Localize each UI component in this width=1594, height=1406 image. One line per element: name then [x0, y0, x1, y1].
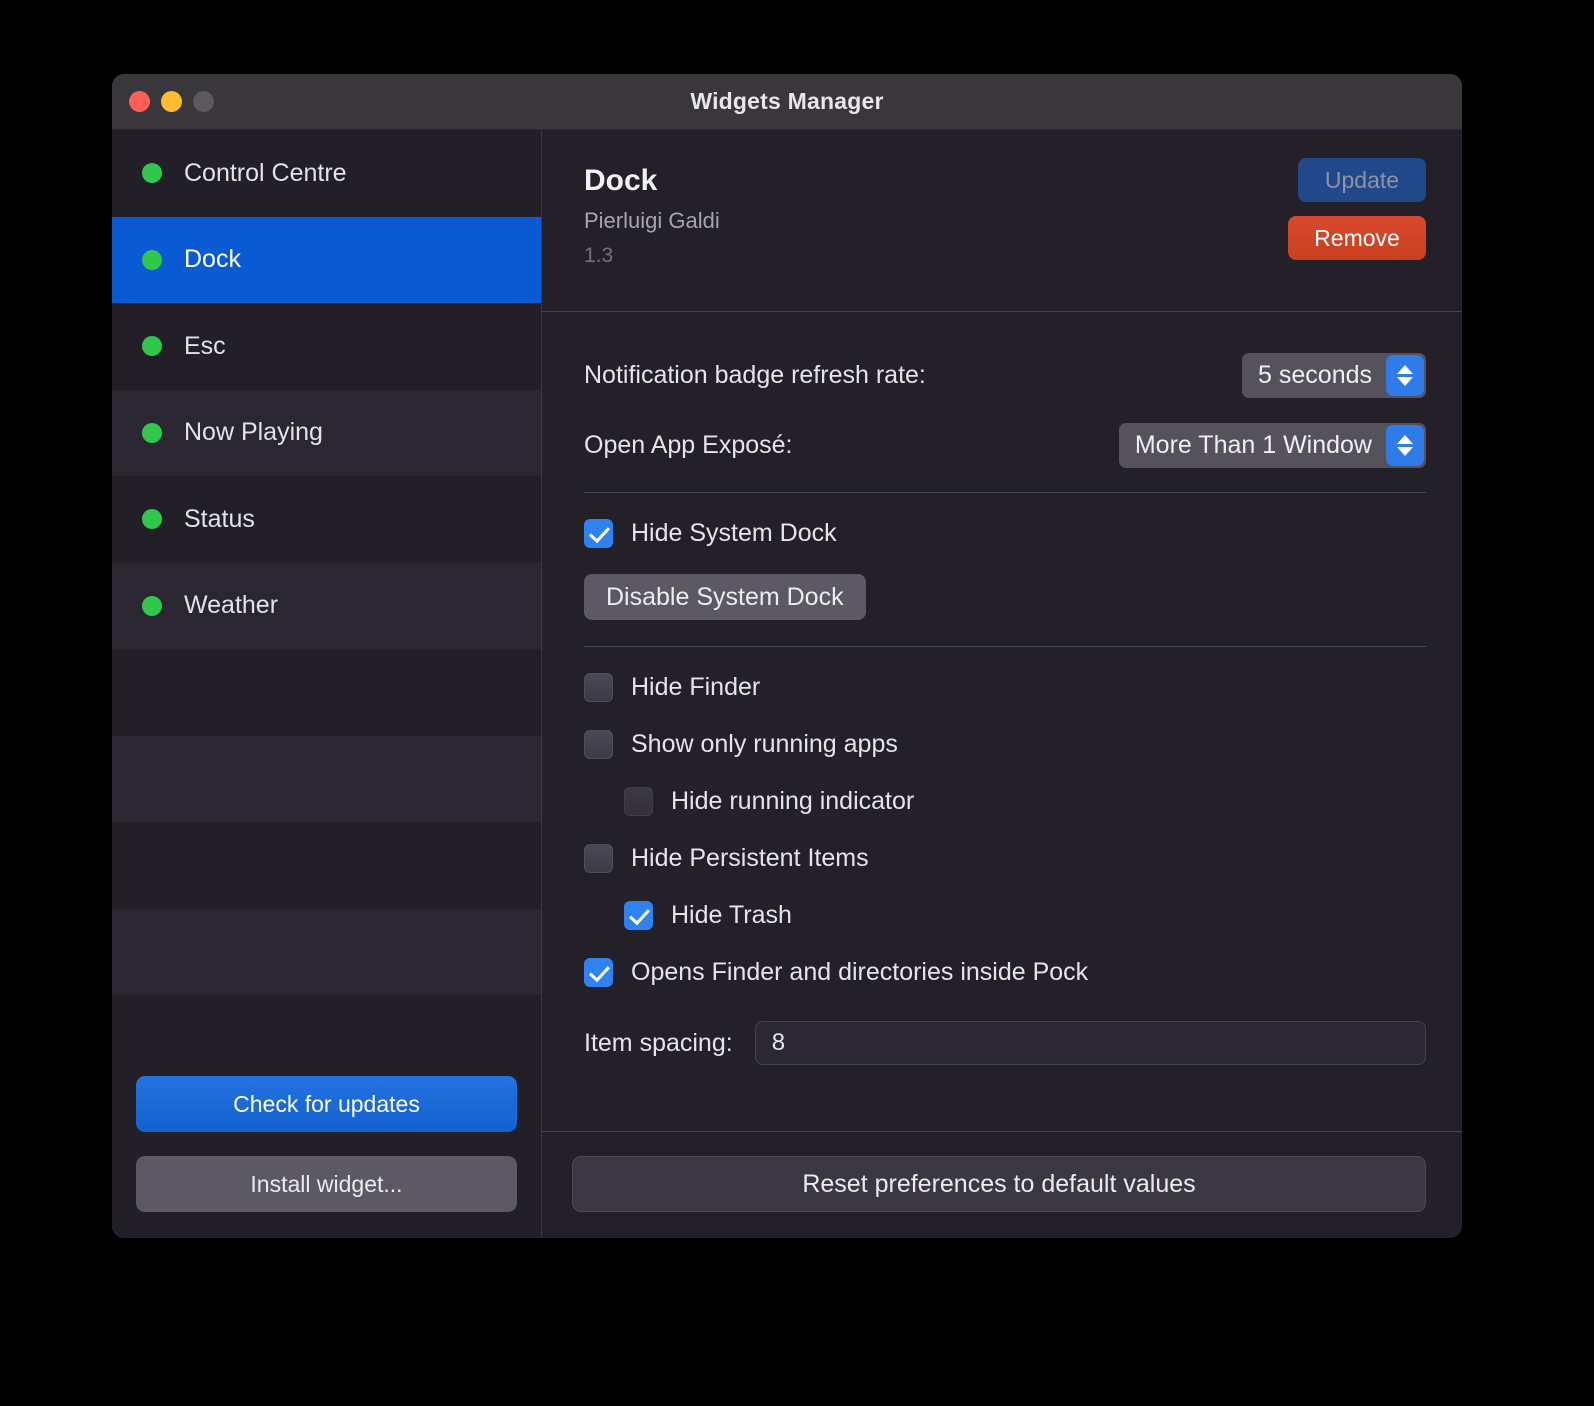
checkbox-hide-persistent-items[interactable] — [584, 844, 613, 873]
dock-checkbox-group: Hide Finder Show only running apps Hide ru… — [584, 659, 1426, 1001]
sidebar-item-label: Status — [184, 504, 255, 533]
zoom-button-icon — [193, 91, 214, 112]
checkbox-row-hide-persistent-items[interactable]: Hide Persistent Items — [584, 830, 1426, 887]
checkbox-hide-finder[interactable] — [584, 673, 613, 702]
widget-status-dot-icon — [142, 336, 162, 357]
checkbox-opens-finder-and-directories-inside-pock[interactable] — [584, 958, 613, 987]
widget-status-dot-icon — [142, 422, 162, 443]
widgets-manager-window: Widgets Manager Control Centre Dock Esc Now… — [112, 74, 1462, 1238]
item-spacing-label: Item spacing: — [584, 1028, 733, 1057]
sidebar-item-label: Dock — [184, 245, 241, 274]
app-expose-select[interactable]: More Than 1 Window — [1118, 422, 1426, 468]
sidebar-empty-row — [112, 908, 541, 995]
stepper-chevrons-icon[interactable] — [1386, 424, 1424, 466]
refresh-rate-select[interactable]: 5 seconds — [1242, 352, 1426, 398]
checkbox-label: Hide Finder — [631, 673, 761, 701]
checkbox-label: Show only running apps — [631, 730, 898, 758]
item-spacing-row: Item spacing: — [584, 1011, 1426, 1075]
sidebar-empty-row — [112, 822, 541, 909]
widget-status-dot-icon — [142, 163, 162, 184]
sidebar-empty-row — [112, 649, 541, 736]
app-expose-row: Open App Exposé: More Than 1 Window — [584, 410, 1426, 480]
widget-action-buttons: Update Remove — [1288, 158, 1426, 260]
refresh-rate-value: 5 seconds — [1258, 360, 1372, 389]
widgets-sidebar: Control Centre Dock Esc Now Playing Status We… — [112, 130, 542, 1238]
sidebar-item-label: Control Centre — [184, 158, 347, 187]
settings-divider — [584, 492, 1426, 493]
sidebar-item-now-playing[interactable]: Now Playing — [112, 389, 541, 476]
install-widget-button[interactable]: Install widget... — [136, 1156, 517, 1212]
update-widget-button: Update — [1298, 158, 1426, 202]
chevron-down-icon — [1397, 376, 1413, 386]
app-expose-value: More Than 1 Window — [1134, 430, 1372, 459]
chevron-up-icon — [1397, 364, 1413, 374]
widget-status-dot-icon — [142, 595, 162, 616]
checkbox-row-hide-finder[interactable]: Hide Finder — [584, 659, 1426, 716]
window-body: Control Centre Dock Esc Now Playing Status We… — [112, 130, 1462, 1238]
sidebar-item-status[interactable]: Status — [112, 476, 541, 563]
hide-system-dock-label: Hide System Dock — [631, 519, 837, 547]
check-for-updates-button[interactable]: Check for updates — [136, 1076, 517, 1132]
refresh-rate-row: Notification badge refresh rate: 5 secon… — [584, 340, 1426, 410]
detail-footer: Reset preferences to default values — [542, 1132, 1462, 1238]
checkbox-row-show-only-running-apps[interactable]: Show only running apps — [584, 716, 1426, 773]
checkbox-label: Hide running indicator — [671, 787, 915, 815]
remove-widget-button[interactable]: Remove — [1288, 216, 1426, 260]
sidebar-empty-row — [112, 735, 541, 822]
window-titlebar[interactable]: Widgets Manager — [112, 74, 1462, 130]
disable-system-dock-button[interactable]: Disable System Dock — [584, 574, 866, 620]
checkbox-label: Hide Persistent Items — [631, 844, 869, 872]
close-button-icon[interactable] — [129, 91, 150, 112]
hide-system-dock-checkbox[interactable] — [584, 519, 613, 548]
checkbox-label: Hide Trash — [671, 901, 792, 929]
sidebar-item-label: Weather — [184, 591, 279, 620]
sidebar-item-label: Esc — [184, 331, 226, 360]
item-spacing-input[interactable] — [754, 1021, 1426, 1065]
sidebar-item-dock[interactable]: Dock — [112, 216, 541, 303]
checkbox-hide-running-indicator[interactable] — [624, 787, 653, 816]
sidebar-item-control-centre[interactable]: Control Centre — [112, 130, 541, 217]
disable-system-dock-row: Disable System Dock — [584, 574, 1426, 620]
widget-settings: Notification badge refresh rate: 5 secon… — [542, 312, 1462, 1131]
sidebar-actions: Check for updates Install widget... — [112, 1076, 541, 1238]
checkbox-row-opens-finder-and-directories-inside-pock[interactable]: Opens Finder and directories inside Pock — [584, 944, 1426, 1001]
reset-preferences-button[interactable]: Reset preferences to default values — [572, 1156, 1426, 1212]
checkbox-hide-trash[interactable] — [624, 901, 653, 930]
settings-divider — [584, 646, 1426, 647]
stepper-chevrons-icon[interactable] — [1386, 354, 1424, 396]
checkbox-label: Opens Finder and directories inside Pock — [631, 958, 1089, 986]
widget-detail-panel: Dock Pierluigi Galdi 1.3 Update Remove N… — [542, 130, 1462, 1238]
refresh-rate-label: Notification badge refresh rate: — [584, 360, 926, 389]
widget-status-dot-icon — [142, 509, 162, 530]
chevron-up-icon — [1397, 434, 1413, 444]
app-expose-label: Open App Exposé: — [584, 430, 793, 459]
checkbox-show-only-running-apps[interactable] — [584, 730, 613, 759]
checkbox-row-hide-trash[interactable]: Hide Trash — [584, 887, 1426, 944]
sidebar-item-esc[interactable]: Esc — [112, 303, 541, 390]
window-title: Widgets Manager — [690, 88, 884, 114]
minimize-button-icon[interactable] — [161, 91, 182, 112]
sidebar-empty-row — [112, 995, 541, 1076]
widget-detail-header: Dock Pierluigi Galdi 1.3 Update Remove — [542, 130, 1462, 312]
sidebar-item-weather[interactable]: Weather — [112, 562, 541, 649]
chevron-down-icon — [1397, 446, 1413, 456]
sidebar-item-label: Now Playing — [184, 418, 323, 447]
checkbox-row-hide-running-indicator[interactable]: Hide running indicator — [584, 773, 1426, 830]
widget-status-dot-icon — [142, 249, 162, 270]
traffic-light-group — [129, 91, 214, 112]
hide-system-dock-row[interactable]: Hide System Dock — [584, 505, 1426, 562]
widget-list: Control Centre Dock Esc Now Playing Status We… — [112, 130, 541, 1076]
